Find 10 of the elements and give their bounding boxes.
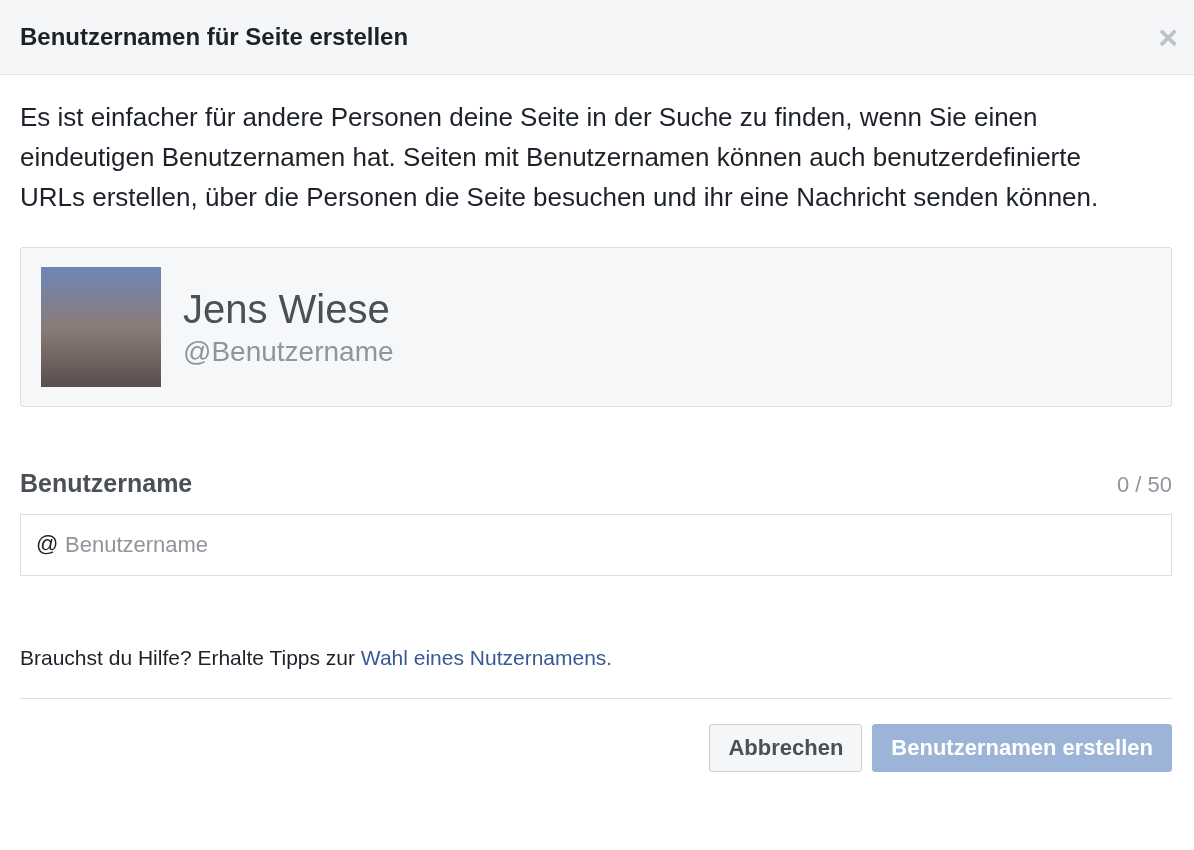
page-name: Jens Wiese xyxy=(183,286,391,332)
username-preview: @Benutzername xyxy=(183,335,394,368)
help-link[interactable]: Wahl eines Nutzernamens. xyxy=(360,646,613,669)
cancel-button[interactable]: Abbrechen xyxy=(709,724,863,772)
dialog-title: Benutzernamen für Seite erstellen xyxy=(20,23,409,51)
character-counter: 0 / 50 xyxy=(1116,472,1172,498)
description-text: Es ist einfacher für andere Personen deine Seite in der Suche zu finden, wenn Sie einen eindeutigen Benutzernamen hat. Seiten mit Benutzernamen können auch benutzerdefinierte URLs erstellen, über die Personen die Seite besuchen und ihr eine Nachricht senden können. xyxy=(20,101,1100,214)
field-label: Benutzername xyxy=(20,469,193,498)
help-text: Brauchst du Hilfe? Erhalte Tipps zur Wahl eines Nutzernamens. xyxy=(20,646,614,670)
at-prefix: @ xyxy=(36,532,59,556)
